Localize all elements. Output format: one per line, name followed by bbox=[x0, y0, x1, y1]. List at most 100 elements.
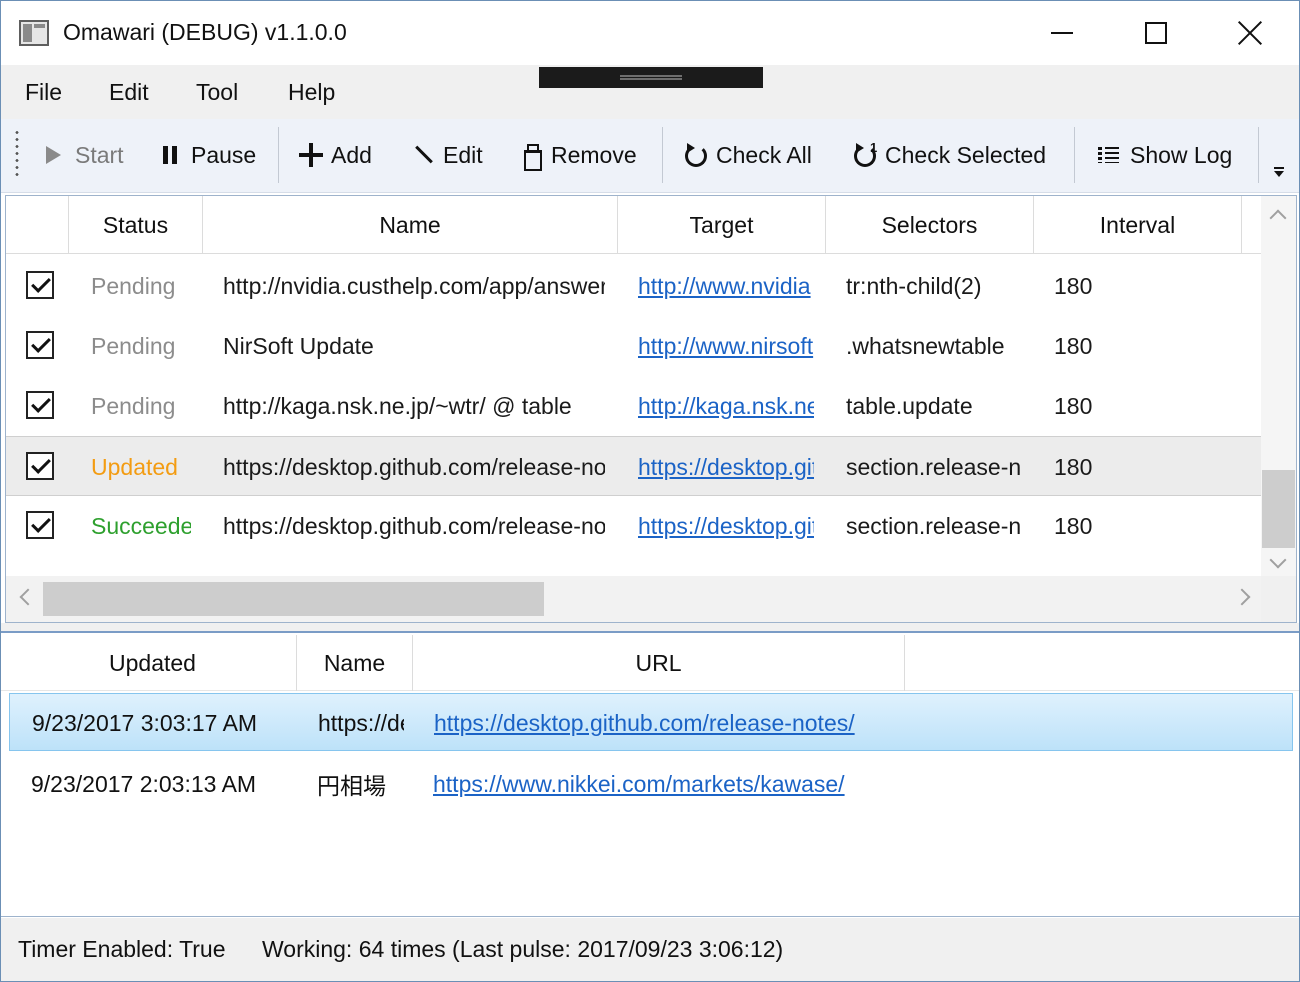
minimize-button[interactable] bbox=[1015, 1, 1109, 65]
row-target-link[interactable]: https://desktop.github bbox=[638, 454, 814, 481]
toolbar-overflow-icon[interactable] bbox=[1269, 159, 1289, 183]
check-selected-button[interactable]: 1 Check Selected bbox=[853, 138, 1046, 172]
row-checkbox[interactable] bbox=[26, 271, 54, 299]
table-row[interactable]: Succeeded https://desktop.github.com/rele… bbox=[6, 496, 1261, 556]
menu-edit[interactable]: Edit bbox=[109, 79, 149, 106]
refresh-icon bbox=[684, 143, 707, 167]
toolbar-separator bbox=[662, 127, 663, 183]
maximize-icon bbox=[1145, 22, 1167, 44]
horizontal-scrollbar[interactable] bbox=[6, 576, 1261, 622]
row-target-link[interactable]: https://desktop.github bbox=[638, 513, 814, 540]
menu-tool[interactable]: Tool bbox=[196, 79, 238, 106]
column-header-selectors[interactable]: Selectors bbox=[826, 196, 1034, 254]
scroll-left-icon[interactable] bbox=[19, 588, 37, 606]
play-icon bbox=[43, 143, 65, 167]
plus-icon bbox=[299, 143, 323, 167]
table-row[interactable]: Updated https://desktop.github.com/releas… bbox=[6, 436, 1261, 496]
row-selectors: section.release-notes bbox=[846, 512, 1022, 539]
pane-splitter[interactable] bbox=[1, 623, 1299, 633]
scroll-down-icon[interactable] bbox=[1269, 551, 1287, 569]
edit-label: Edit bbox=[443, 141, 483, 168]
toolbar-separator bbox=[1258, 127, 1259, 183]
list-item[interactable]: 9/23/2017 2:03:13 AM 円相場 https://www.nikke… bbox=[9, 755, 1293, 813]
column-header-updated[interactable]: Updated bbox=[9, 635, 297, 691]
log-url-link[interactable]: https://www.nikkei.com/markets/kawase/ bbox=[433, 771, 845, 798]
debug-overlay-bar[interactable] bbox=[539, 67, 763, 88]
pause-button[interactable]: Pause bbox=[159, 138, 256, 172]
scroll-right-icon[interactable] bbox=[1233, 588, 1251, 606]
row-selectors: tr:nth-child(2) bbox=[846, 272, 982, 299]
refresh-one-icon: 1 bbox=[853, 140, 877, 167]
table-row[interactable]: Pending http://nvidia.custhelp.com/app/an… bbox=[6, 256, 1261, 316]
row-interval: 180 bbox=[1054, 392, 1093, 419]
row-status: Succeeded bbox=[91, 512, 191, 539]
row-checkbox[interactable] bbox=[26, 391, 54, 419]
title-bar[interactable]: Omawari (DEBUG) v1.1.0.0 bbox=[1, 1, 1299, 65]
column-header-status[interactable]: Status bbox=[69, 196, 203, 254]
vertical-scroll-thumb[interactable] bbox=[1262, 470, 1295, 548]
row-target-link[interactable]: http://www.nvidia bbox=[638, 273, 811, 300]
column-header-url[interactable]: URL bbox=[413, 635, 905, 691]
targets-grid: Status Name Target Selectors Interval Pe… bbox=[5, 195, 1297, 623]
list-icon bbox=[1098, 143, 1120, 167]
row-interval: 180 bbox=[1054, 332, 1093, 359]
row-checkbox[interactable] bbox=[26, 452, 54, 480]
menu-help[interactable]: Help bbox=[288, 79, 335, 106]
edit-button[interactable]: Edit bbox=[411, 138, 483, 172]
row-target-link[interactable]: http://www.nirsoft bbox=[638, 333, 813, 360]
app-icon[interactable] bbox=[19, 20, 49, 46]
show-log-label: Show Log bbox=[1130, 141, 1233, 168]
row-selectors: .whatsnewtable bbox=[846, 332, 1005, 359]
maximize-button[interactable] bbox=[1109, 1, 1203, 65]
remove-label: Remove bbox=[551, 141, 637, 168]
working-status: Working: 64 times (Last pulse: 2017/09/2… bbox=[262, 936, 784, 962]
trash-icon bbox=[521, 143, 542, 171]
column-header-target[interactable]: Target bbox=[618, 196, 826, 254]
vertical-scrollbar[interactable] bbox=[1261, 196, 1296, 576]
toolbar: Start Pause Add Edit Remove Check All 1 … bbox=[1, 119, 1299, 193]
column-header-name[interactable]: Name bbox=[203, 196, 618, 254]
toolbar-separator bbox=[278, 127, 279, 183]
table-row[interactable]: Pending http://kaga.nsk.ne.jp/~wtr/ @ tab… bbox=[6, 376, 1261, 436]
log-name: 円相場 bbox=[317, 773, 386, 799]
log-url-link[interactable]: https://desktop.github.com/release-notes… bbox=[434, 710, 855, 737]
start-button[interactable]: Start bbox=[43, 138, 124, 172]
row-interval: 180 bbox=[1054, 453, 1093, 480]
toolbar-grip-icon[interactable] bbox=[15, 129, 19, 179]
menu-file[interactable]: File bbox=[25, 79, 62, 106]
show-log-button[interactable]: Show Log bbox=[1098, 138, 1232, 172]
column-header-check[interactable] bbox=[6, 196, 69, 254]
scrollbar-corner bbox=[1261, 576, 1296, 622]
pause-icon bbox=[159, 143, 181, 167]
timer-status: Timer Enabled: True bbox=[18, 936, 226, 962]
column-header-interval[interactable]: Interval bbox=[1034, 196, 1242, 254]
row-interval: 180 bbox=[1054, 512, 1093, 539]
row-checkbox[interactable] bbox=[26, 331, 54, 359]
scroll-up-icon[interactable] bbox=[1269, 209, 1287, 227]
targets-header: Status Name Target Selectors Interval bbox=[6, 196, 1261, 254]
add-label: Add bbox=[331, 141, 372, 168]
row-name: http://kaga.nsk.ne.jp/~wtr/ @ table bbox=[223, 392, 572, 419]
row-target-link[interactable]: http://kaga.nsk.ne bbox=[638, 393, 814, 420]
check-selected-label: Check Selected bbox=[885, 141, 1047, 168]
pause-label: Pause bbox=[191, 141, 257, 168]
list-item[interactable]: 9/23/2017 3:03:17 AM https://desktop.gith… bbox=[9, 693, 1293, 751]
row-name: http://nvidia.custhelp.com/app/answers bbox=[223, 272, 605, 299]
check-all-button[interactable]: Check All bbox=[684, 138, 812, 172]
horizontal-scroll-thumb[interactable] bbox=[43, 582, 544, 616]
debug-grip-icon bbox=[620, 75, 682, 80]
table-row[interactable]: Pending NirSoft Update http://www.nirsoft.… bbox=[6, 316, 1261, 376]
row-status: Pending bbox=[91, 332, 176, 359]
row-status: Pending bbox=[91, 272, 176, 299]
remove-button[interactable]: Remove bbox=[521, 138, 637, 172]
pencil-icon bbox=[411, 143, 433, 167]
row-checkbox[interactable] bbox=[26, 511, 54, 539]
log-name: https://desktop.github.com bbox=[318, 709, 404, 736]
column-header-log-name[interactable]: Name bbox=[297, 635, 413, 691]
row-status: Updated bbox=[91, 453, 178, 480]
row-name: NirSoft Update bbox=[223, 332, 374, 359]
log-updated: 9/23/2017 3:03:17 AM bbox=[32, 709, 258, 736]
add-button[interactable]: Add bbox=[299, 138, 372, 172]
check-all-label: Check All bbox=[716, 141, 812, 168]
close-button[interactable] bbox=[1203, 1, 1297, 65]
